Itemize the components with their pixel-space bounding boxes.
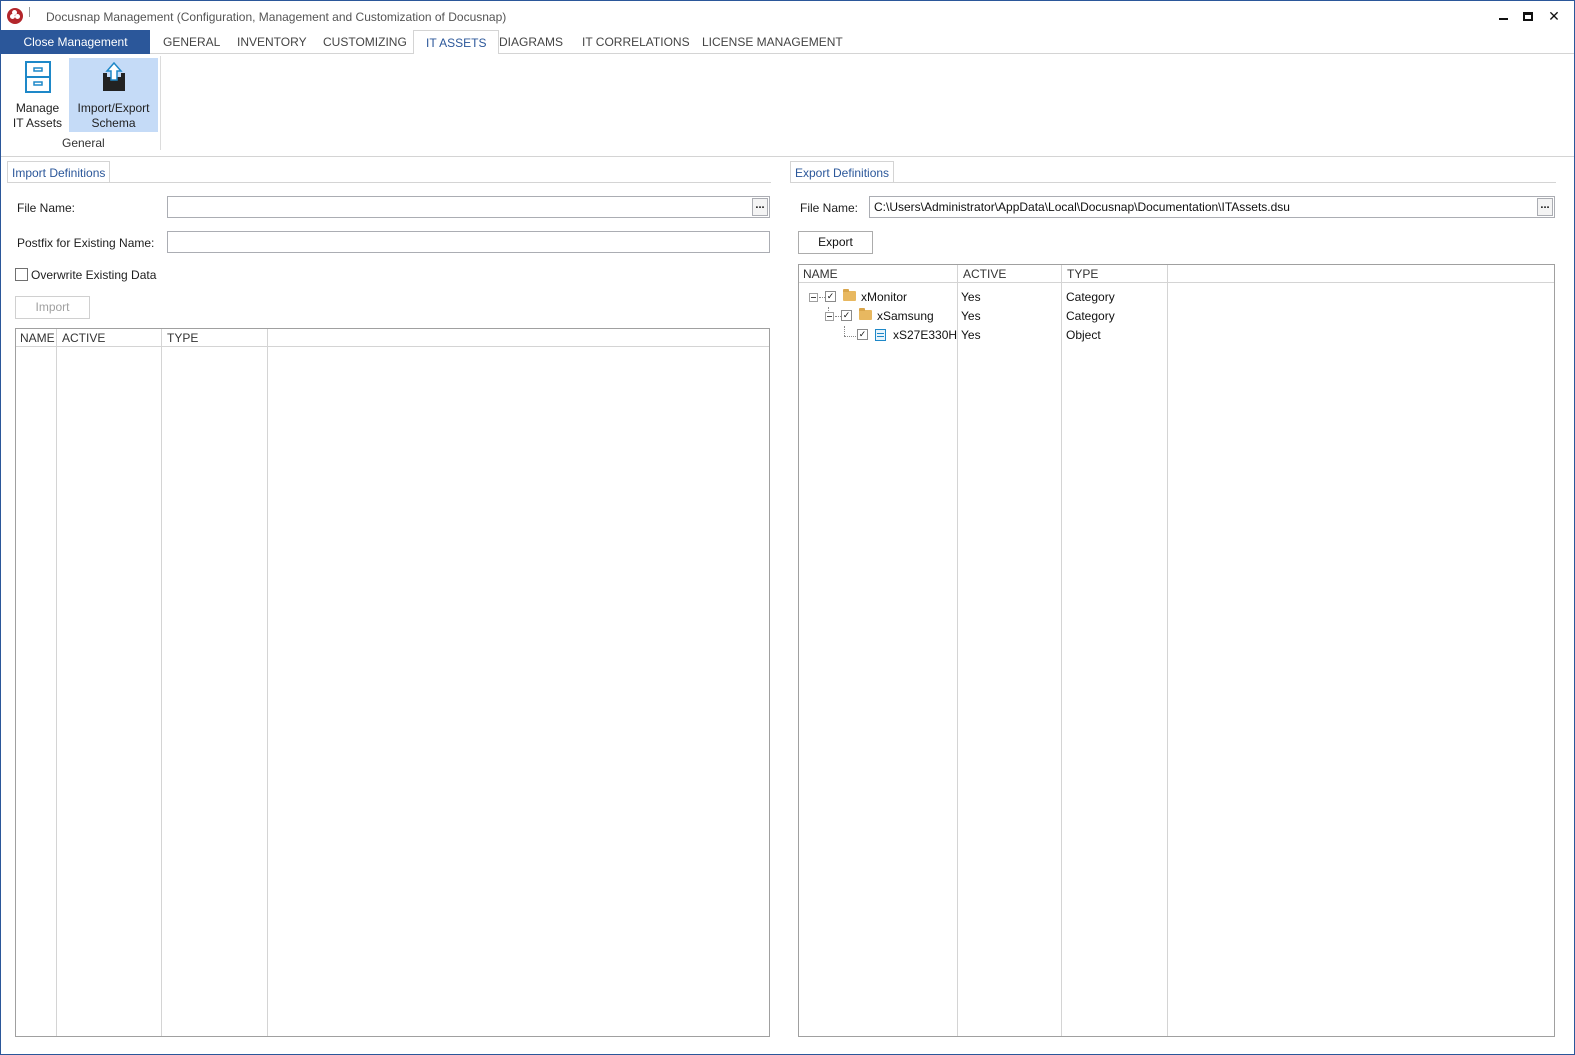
row-type: Object xyxy=(1066,328,1101,342)
import-export-schema-button[interactable]: Import/Export Schema xyxy=(69,58,158,132)
import-button[interactable]: Import xyxy=(15,296,90,319)
row-active: Yes xyxy=(961,309,981,323)
import-col-active[interactable]: ACTIVE xyxy=(58,329,105,347)
postfix-input[interactable] xyxy=(167,231,770,253)
import-col-type[interactable]: TYPE xyxy=(163,329,198,347)
export-file-name-input[interactable]: C:\Users\Administrator\AppData\Local\Doc… xyxy=(869,196,1555,218)
object-icon xyxy=(875,329,886,341)
ribbon-panel: Manage IT Assets Import/Export Schema Ge… xyxy=(1,54,1574,157)
export-button[interactable]: Export xyxy=(798,231,873,254)
cabinet-icon xyxy=(25,61,51,93)
import-col-divider xyxy=(161,329,162,1036)
manage-it-assets-button[interactable]: Manage IT Assets xyxy=(7,58,68,132)
row-checkbox[interactable]: ✓ xyxy=(825,291,836,302)
tab-customizing[interactable]: CUSTOMIZING xyxy=(311,30,419,54)
window-title: Docusnap Management (Configuration, Mana… xyxy=(46,10,507,24)
tab-license-management[interactable]: LICENSE MANAGEMENT xyxy=(690,30,855,54)
minimize-icon xyxy=(1498,18,1508,20)
import-export-schema-label: Import/Export Schema xyxy=(69,101,158,131)
import-file-name-input[interactable] xyxy=(167,196,770,218)
upload-icon xyxy=(103,61,125,91)
close-management-tab[interactable]: Close Management xyxy=(1,30,150,54)
manage-it-assets-label-line1: Manage xyxy=(15,101,60,115)
export-browse-button[interactable]: ... xyxy=(1537,198,1553,216)
import-browse-button[interactable]: ... xyxy=(752,198,768,216)
app-window: Docusnap Management (Configuration, Mana… xyxy=(0,0,1575,1055)
row-type: Category xyxy=(1066,290,1115,304)
export-col-divider xyxy=(1167,265,1168,1036)
row-type: Category xyxy=(1066,309,1115,323)
tab-inventory[interactable]: INVENTORY xyxy=(225,30,319,54)
folder-icon xyxy=(859,308,872,320)
maximize-icon xyxy=(1523,11,1533,21)
overwrite-label: Overwrite Existing Data xyxy=(31,268,157,282)
export-grid[interactable]: NAME ACTIVE TYPE ✓ xMonitor Yes Category… xyxy=(798,264,1555,1037)
row-active: Yes xyxy=(961,290,981,304)
row-active: Yes xyxy=(961,328,981,342)
import-export-schema-label-line2: Schema xyxy=(91,116,136,130)
export-file-name-label: File Name: xyxy=(800,201,859,215)
manage-it-assets-label-line2: IT Assets xyxy=(12,116,63,130)
close-window-button[interactable]: ✕ xyxy=(1539,5,1569,27)
row-name: xS27E330H xyxy=(893,328,958,342)
import-export-schema-label-line1: Import/Export xyxy=(77,101,150,115)
import-tab-underline xyxy=(7,182,771,183)
row-name: xMonitor xyxy=(861,290,908,304)
ribbon-group-label: General xyxy=(62,136,105,150)
row-checkbox[interactable]: ✓ xyxy=(857,329,868,340)
overwrite-checkbox[interactable] xyxy=(15,268,28,281)
ribbon-group-separator xyxy=(160,56,161,150)
tab-diagrams[interactable]: DIAGRAMS xyxy=(487,30,575,54)
tree-row-xmonitor[interactable]: ✓ xMonitor Yes Category xyxy=(799,288,1554,307)
docusnap-logo-icon xyxy=(7,8,23,24)
import-col-name[interactable]: NAME xyxy=(16,329,55,347)
export-col-active[interactable]: ACTIVE xyxy=(959,265,1006,283)
manage-it-assets-label: Manage IT Assets xyxy=(7,101,68,131)
export-tab-underline xyxy=(790,182,1556,183)
postfix-label: Postfix for Existing Name: xyxy=(17,236,155,250)
close-icon: ✕ xyxy=(1548,7,1560,24)
import-grid-header: NAME ACTIVE TYPE xyxy=(16,329,769,347)
import-file-name-label: File Name: xyxy=(17,201,76,215)
export-col-divider xyxy=(957,265,958,1036)
row-checkbox[interactable]: ✓ xyxy=(841,310,852,321)
import-col-divider xyxy=(56,329,57,1036)
collapse-icon[interactable] xyxy=(825,312,834,321)
export-col-name[interactable]: NAME xyxy=(799,265,838,283)
title-bar: Docusnap Management (Configuration, Mana… xyxy=(1,1,1574,31)
tab-export-definitions[interactable]: Export Definitions xyxy=(790,161,895,183)
ribbon-tabs: Close Management GENERAL INVENTORY CUSTO… xyxy=(1,30,1574,55)
folder-icon xyxy=(843,289,856,301)
tab-general[interactable]: GENERAL xyxy=(151,30,232,54)
collapse-icon[interactable] xyxy=(809,293,818,302)
tab-it-correlations[interactable]: IT CORRELATIONS xyxy=(570,30,702,54)
title-separator xyxy=(29,7,30,17)
export-grid-header: NAME ACTIVE TYPE xyxy=(799,265,1554,283)
row-name: xSamsung xyxy=(877,309,934,323)
import-col-divider xyxy=(267,329,268,1036)
tree-row-xs27e330h[interactable]: ✓ xS27E330H Yes Object xyxy=(799,326,1554,345)
import-grid[interactable]: NAME ACTIVE TYPE xyxy=(15,328,770,1037)
tab-import-definitions[interactable]: Import Definitions xyxy=(7,161,111,183)
export-col-type[interactable]: TYPE xyxy=(1063,265,1098,283)
export-col-divider xyxy=(1061,265,1062,1036)
tree-row-xsamsung[interactable]: ✓ xSamsung Yes Category xyxy=(799,307,1554,326)
